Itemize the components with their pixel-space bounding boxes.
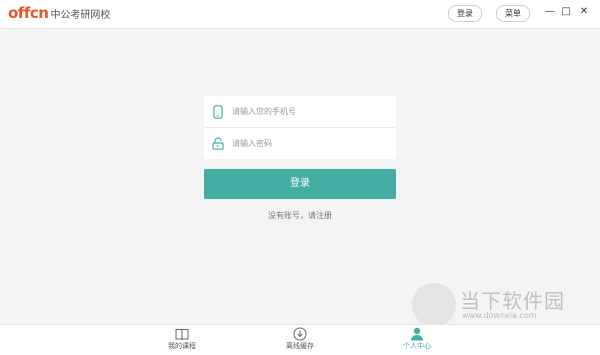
lock-icon (212, 137, 224, 151)
download-icon (260, 327, 340, 341)
header-login-button[interactable]: 登录 (448, 5, 482, 22)
register-link[interactable]: 没有账号，请注册 (204, 210, 396, 221)
phone-input[interactable] (232, 107, 382, 116)
user-icon (377, 327, 457, 341)
watermark-url: www.downxia.com (462, 311, 537, 320)
watermark: 当下软件园 www.downxia.com (412, 283, 582, 327)
nav-label: 我的课程 (168, 342, 196, 350)
menu-button[interactable]: 菜单 (496, 5, 530, 22)
logo-text: 中公考研网校 (50, 10, 111, 21)
phone-field[interactable] (204, 96, 396, 128)
login-button[interactable]: 登录 (204, 169, 396, 199)
nav-item-my-courses[interactable]: 我的课程 (142, 327, 222, 355)
nav-label: 离线缓存 (286, 342, 314, 350)
title-bar: offcn 中公考研网校 登录 菜单 — □ ✕ (0, 0, 600, 29)
book-icon (142, 327, 222, 341)
maximize-icon[interactable]: □ (559, 4, 573, 20)
watermark-title: 当下软件园 (460, 289, 565, 313)
password-input[interactable] (232, 139, 382, 148)
bottom-nav: 我的课程 离线缓存 个人中心 (0, 324, 600, 355)
password-field[interactable] (204, 128, 396, 159)
nav-label: 个人中心 (403, 342, 431, 350)
login-form (204, 96, 396, 159)
phone-icon (212, 104, 224, 119)
minimize-icon[interactable]: — (543, 4, 557, 20)
nav-item-personal-center[interactable]: 个人中心 (377, 327, 457, 355)
nav-item-offline-cache[interactable]: 离线缓存 (260, 327, 340, 355)
watermark-logo (412, 283, 456, 327)
logo-mark: offcn (8, 4, 49, 22)
app-logo: offcn 中公考研网校 (8, 5, 110, 24)
close-icon[interactable]: ✕ (577, 4, 591, 20)
